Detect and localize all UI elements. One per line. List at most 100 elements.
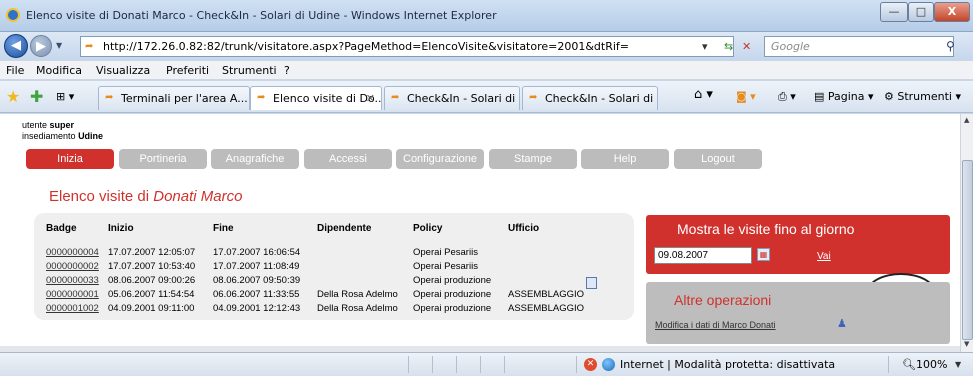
other-ops-panel: Altre operazioni Modifica i dati di Marc…	[646, 282, 950, 344]
col-inizio: Inizio	[108, 223, 134, 234]
col-policy: Policy	[413, 223, 443, 234]
cell-dipendente	[317, 273, 413, 287]
nav-anagrafiche[interactable]: Anagrafiche	[211, 149, 299, 169]
user-info: utente super insediamento Udine	[22, 120, 103, 142]
print-icon[interactable]: ⎙ ▾	[778, 90, 796, 104]
vai-link[interactable]: Vai	[817, 251, 831, 262]
edit-visitor-link[interactable]: Modifica i dati di Marco Donati	[655, 320, 776, 330]
calendar-icon[interactable]: ▦	[757, 248, 770, 261]
status-divider	[576, 356, 577, 373]
cell-inizio: 04.09.2001 09:11:00	[108, 302, 195, 314]
badge-link[interactable]: 0000001002	[46, 303, 99, 314]
nav-logout[interactable]: Logout	[674, 149, 762, 169]
show-until-panel: Mostra le visite fino al giorno ▦ Vai	[646, 215, 950, 274]
scroll-up-icon[interactable]: ▲	[964, 116, 969, 124]
cell-dipendente	[317, 259, 413, 273]
show-until-title: Mostra le visite fino al giorno	[677, 221, 855, 237]
refresh-icon[interactable]: ⇆	[724, 40, 733, 53]
back-button[interactable]: ◀	[4, 34, 28, 58]
add-favorite-icon[interactable]: ✚	[30, 87, 43, 106]
popup-blocked-icon[interactable]: ✕	[584, 358, 597, 371]
tools-menu[interactable]: ⚙ Strumenti ▾	[884, 90, 961, 103]
search-input[interactable]: Google	[764, 36, 954, 57]
cell-ufficio	[508, 259, 598, 273]
nav-inizia[interactable]: Inizia	[26, 149, 114, 169]
menu-bar: File Modifica Visualizza Preferiti Strum…	[0, 60, 973, 80]
ie-logo-icon	[6, 8, 20, 22]
page-title: Elenco visite di Donati Marco	[49, 188, 242, 205]
nav-portineria[interactable]: Portineria	[119, 149, 207, 169]
menu-modifica[interactable]: Modifica	[36, 64, 82, 77]
nav-stampe[interactable]: Stampe	[489, 149, 577, 169]
date-field[interactable]	[654, 247, 752, 264]
tab-close-icon[interactable]: ✕	[366, 92, 375, 105]
favorites-star-icon[interactable]: ★	[6, 87, 20, 106]
stop-icon[interactable]: ✕	[742, 40, 751, 53]
zoom-level[interactable]: 🔍︎100%	[902, 358, 947, 371]
status-divider	[432, 356, 433, 373]
maximize-button[interactable]: □	[908, 2, 934, 22]
vertical-scrollbar[interactable]: ▲ ▼	[960, 114, 973, 352]
search-icon[interactable]: ⚲	[946, 39, 955, 53]
search-placeholder: Google	[771, 40, 810, 53]
scroll-thumb[interactable]	[962, 160, 973, 340]
zoom-dropdown-icon[interactable]: ▼	[955, 360, 961, 369]
feeds-icon[interactable]: ◙ ▾	[736, 90, 756, 103]
tab-label: Check&In - Solari di ...	[407, 92, 520, 105]
document-icon[interactable]	[586, 277, 597, 289]
tools-menu-label: Strumenti	[897, 90, 952, 103]
scroll-down-icon[interactable]: ▼	[964, 340, 969, 348]
menu-strumenti[interactable]: Strumenti	[222, 64, 277, 77]
quick-tabs-icon[interactable]: ⊞ ▾	[56, 90, 74, 103]
tab-page-icon: ➦	[257, 92, 266, 103]
tab-elenco-visite[interactable]: ➦ Elenco visite di Do... ✕	[250, 86, 382, 110]
tabs-bar: ★ ✚ ⊞ ▾ ➦ Terminali per l'area A... ➦ El…	[0, 81, 973, 113]
tab-checkin-2[interactable]: ➦ Check&In - Solari di ...	[522, 86, 658, 110]
tab-label: Check&In - Solari di ...	[545, 92, 658, 105]
page-content: utente super insediamento Udine Inizia P…	[0, 114, 960, 352]
status-divider	[408, 356, 409, 373]
cell-ufficio	[508, 245, 598, 259]
window-titlebar: Elenco visite di Donati Marco - Check&In…	[0, 0, 973, 32]
status-divider	[480, 356, 481, 373]
address-dropdown-icon[interactable]: ▾	[702, 40, 708, 53]
badge-link[interactable]: 0000000002	[46, 261, 99, 272]
badge-link[interactable]: 0000000004	[46, 247, 99, 258]
address-field[interactable]: ➦ http://172.26.0.82:82/trunk/visitatore…	[80, 36, 734, 57]
close-button[interactable]: X	[934, 2, 970, 22]
menu-visualizza[interactable]: Visualizza	[96, 64, 150, 77]
col-badge: Badge	[46, 223, 77, 234]
utente-label: utente	[22, 120, 48, 130]
col-fine: Fine	[213, 223, 234, 234]
cell-fine: 04.09.2001 12:12:43	[213, 302, 301, 314]
tab-terminali[interactable]: ➦ Terminali per l'area A...	[98, 86, 250, 110]
menu-preferiti[interactable]: Preferiti	[166, 64, 209, 77]
forward-button[interactable]: ▶	[30, 35, 52, 57]
cell-ufficio: ASSEMBLAGGIO	[508, 302, 585, 314]
col-dipendente: Dipendente	[317, 223, 372, 234]
table-header-row: Badge Inizio Fine Dipendente Policy Uffi…	[46, 223, 598, 245]
cell-policy: Operai Pesariis	[413, 260, 478, 272]
table-row: 0000001002 04.09.2001 09:11:00 04.09.200…	[46, 301, 598, 315]
badge-link[interactable]: 0000000001	[46, 289, 99, 300]
address-url[interactable]: http://172.26.0.82:82/trunk/visitatore.a…	[103, 40, 629, 53]
cell-fine: 08.06.2007 09:50:39	[213, 274, 301, 286]
page-menu[interactable]: ▤ Pagina ▾	[814, 90, 874, 103]
home-icon[interactable]: ⌂ ▾	[694, 87, 713, 102]
window-title: Elenco visite di Donati Marco - Check&In…	[26, 9, 497, 22]
tab-checkin-1[interactable]: ➦ Check&In - Solari di ...	[384, 86, 520, 110]
menu-help[interactable]: ?	[284, 64, 290, 77]
badge-link[interactable]: 0000000033	[46, 275, 99, 286]
insediamento-value: Udine	[78, 131, 104, 141]
security-zone[interactable]: Internet | Modalità protetta: disattivat…	[620, 358, 835, 371]
status-divider	[504, 356, 505, 373]
nav-help[interactable]: Help	[581, 149, 669, 169]
menu-file[interactable]: File	[6, 64, 24, 77]
cell-fine: 17.07.2007 16:06:54	[213, 246, 301, 258]
nav-configurazione[interactable]: Configurazione	[396, 149, 484, 169]
history-dropdown-icon[interactable]: ▼	[56, 41, 62, 50]
nav-accessi[interactable]: Accessi	[304, 149, 392, 169]
table-row: 0000000002 17.07.2007 10:53:40 17.07.200…	[46, 259, 598, 273]
minimize-button[interactable]: —	[880, 2, 908, 22]
table-row: 0000000001 05.06.2007 11:54:54 06.06.200…	[46, 287, 598, 301]
